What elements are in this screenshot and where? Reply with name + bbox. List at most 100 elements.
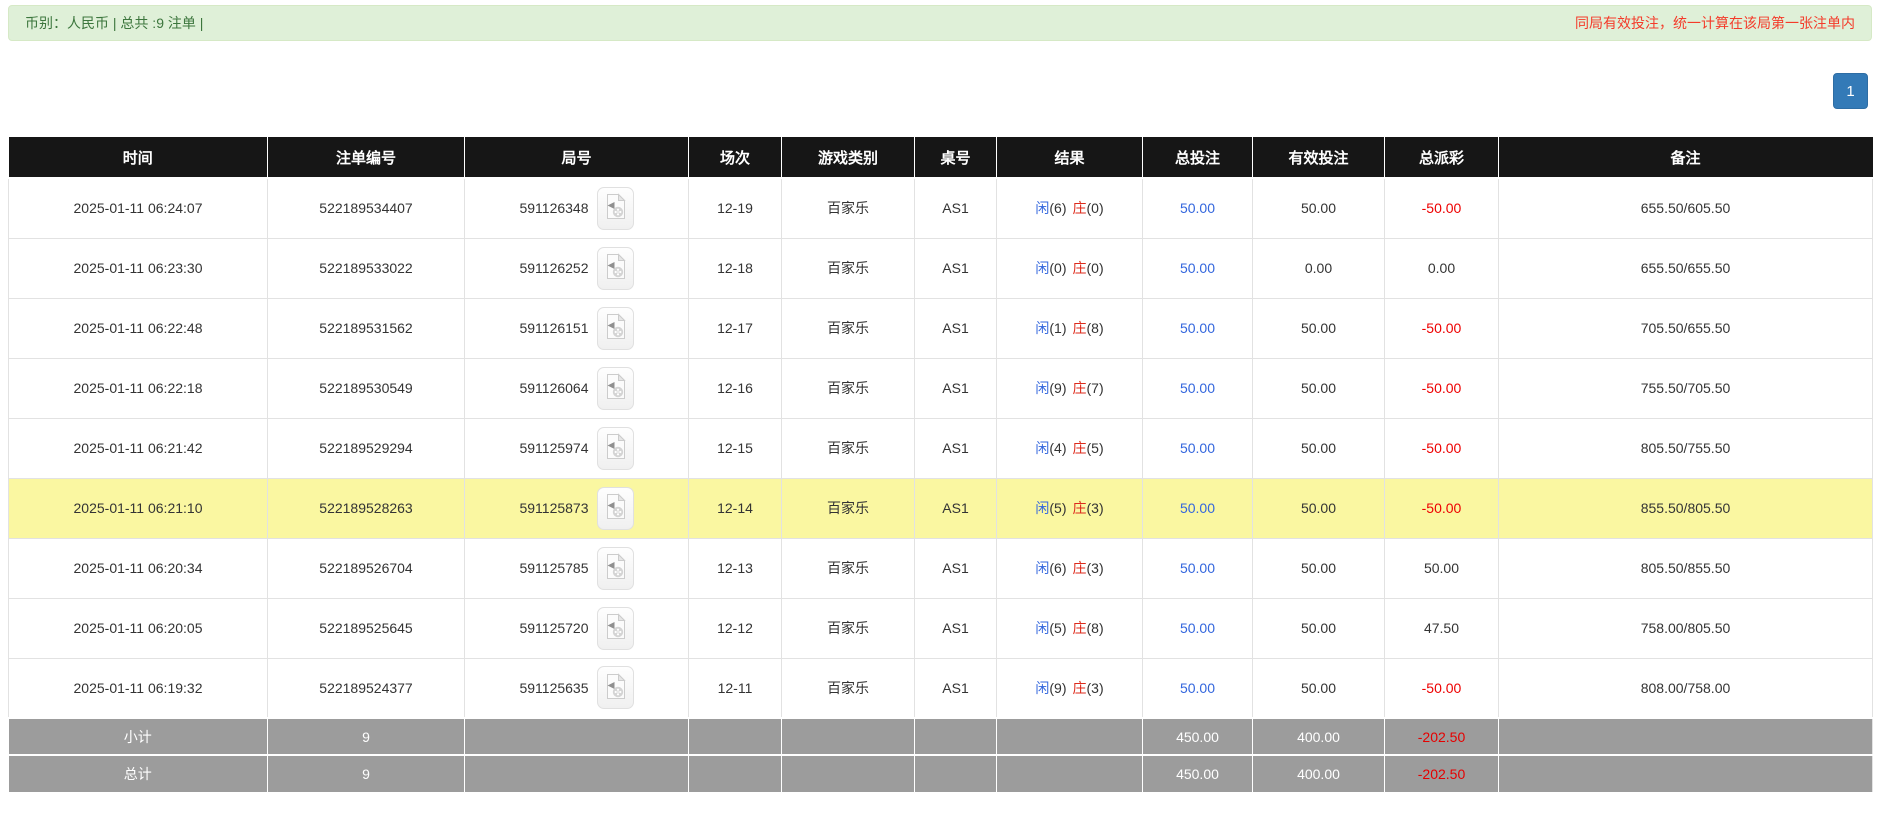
cell-session: 12-17 (688, 297, 782, 359)
cell-session: 12-11 (688, 657, 782, 719)
header-remark: 备注 (1498, 137, 1873, 179)
video-file-icon (605, 553, 626, 583)
video-replay-button[interactable] (596, 306, 634, 350)
cell-result: 闲(5) 庄(3) (996, 477, 1143, 539)
banker-score: (8) (1086, 320, 1104, 336)
round-id-group: 591126348 (519, 186, 634, 230)
cell-time: 2025-01-11 06:20:34 (8, 537, 268, 599)
video-replay-button[interactable] (596, 606, 634, 650)
grandtotal-row-empty (781, 754, 915, 792)
cell-result: 闲(9) 庄(3) (996, 657, 1143, 719)
cell-time: 2025-01-11 06:22:18 (8, 357, 268, 419)
cell-valid-bet: 50.00 (1252, 597, 1385, 659)
round-id-text: 591126151 (519, 320, 589, 336)
video-file-icon (605, 673, 626, 703)
round-id-text: 591125873 (519, 500, 589, 516)
cell-table-no: AS1 (914, 597, 997, 659)
player-score: (9) (1049, 380, 1067, 396)
cell-bet-id: 522189529294 (267, 417, 465, 479)
header-payout: 总派彩 (1384, 137, 1499, 179)
cell-session: 12-12 (688, 597, 782, 659)
cell-game-type: 百家乐 (781, 657, 915, 719)
cell-result: 闲(6) 庄(0) (996, 177, 1143, 239)
cell-result: 闲(1) 庄(8) (996, 297, 1143, 359)
round-id-group: 591125873 (519, 486, 634, 530)
video-file-icon (605, 193, 626, 223)
table-footer: 小计 9 450.00 400.00 -202.50 总计 9 450.00 400.00 -20… (8, 717, 1873, 792)
header-game-type: 游戏类别 (781, 137, 915, 179)
cell-game-type: 百家乐 (781, 417, 915, 479)
cell-session: 12-14 (688, 477, 782, 539)
cell-time: 2025-01-11 06:24:07 (8, 177, 268, 239)
cell-round-id: 591125873 (464, 477, 689, 539)
cell-time: 2025-01-11 06:22:48 (8, 297, 268, 359)
banker-label: 庄 (1072, 380, 1087, 396)
video-file-icon (605, 613, 626, 643)
grandtotal-row-empty (688, 754, 782, 792)
cell-valid-bet: 50.00 (1252, 417, 1385, 479)
cell-result: 闲(9) 庄(7) (996, 357, 1143, 419)
cell-total-bet: 50.00 (1142, 477, 1253, 539)
cell-remark: 805.50/755.50 (1498, 417, 1873, 479)
cell-table-no: AS1 (914, 357, 997, 419)
banker-score: (3) (1086, 679, 1104, 696)
cell-payout: -50.00 (1384, 477, 1499, 539)
table-row: 2025-01-11 06:22:18 522189530549 591126064… (8, 357, 1873, 419)
page-button-1[interactable]: 1 (1833, 73, 1868, 109)
banker-label: 庄 (1072, 679, 1087, 696)
header-result: 结果 (996, 137, 1143, 179)
cell-table-no: AS1 (914, 537, 997, 599)
grandtotal-row-total-bet: 450.00 (1142, 754, 1253, 792)
video-file-icon (605, 313, 626, 343)
banker-label: 庄 (1072, 620, 1087, 636)
cell-remark: 705.50/655.50 (1498, 297, 1873, 359)
cell-total-bet: 50.00 (1142, 237, 1253, 299)
cell-table-no: AS1 (914, 177, 997, 239)
cell-session: 12-18 (688, 237, 782, 299)
cell-payout: -50.00 (1384, 297, 1499, 359)
cell-payout: -50.00 (1384, 177, 1499, 239)
video-replay-button[interactable] (596, 666, 634, 710)
round-id-group: 591125720 (519, 606, 634, 650)
cell-time: 2025-01-11 06:19:32 (8, 657, 268, 719)
video-file-icon (605, 373, 626, 403)
player-score: (6) (1049, 200, 1067, 217)
cell-total-bet: 50.00 (1142, 537, 1253, 599)
header-valid-bet: 有效投注 (1252, 137, 1385, 179)
cell-game-type: 百家乐 (781, 477, 915, 539)
cell-payout: 0.00 (1384, 237, 1499, 299)
cell-game-type: 百家乐 (781, 537, 915, 599)
video-file-icon (605, 433, 626, 463)
banker-score: (8) (1086, 620, 1104, 636)
cell-game-type: 百家乐 (781, 177, 915, 239)
player-score: (0) (1049, 260, 1067, 276)
cell-table-no: AS1 (914, 417, 997, 479)
cell-result: 闲(4) 庄(5) (996, 417, 1143, 479)
round-id-text: 591125785 (519, 560, 589, 576)
cell-table-no: AS1 (914, 477, 997, 539)
player-label: 闲 (1035, 260, 1050, 276)
banker-label: 庄 (1072, 500, 1087, 516)
subtotal-row-empty (996, 717, 1143, 755)
video-replay-button[interactable] (596, 186, 634, 230)
cell-session: 12-13 (688, 537, 782, 599)
cell-game-type: 百家乐 (781, 357, 915, 419)
round-id-group: 591125785 (519, 546, 634, 590)
cell-valid-bet: 0.00 (1252, 237, 1385, 299)
cell-session: 12-16 (688, 357, 782, 419)
video-replay-button[interactable] (596, 366, 634, 410)
cell-valid-bet: 50.00 (1252, 297, 1385, 359)
video-replay-button[interactable] (596, 486, 634, 530)
header-round-id: 局号 (464, 137, 689, 179)
video-replay-button[interactable] (596, 246, 634, 290)
currency-summary-bar: 币别：人民币 | 总共 :9 注单 | 同局有效投注，统一计算在该局第一张注单内 (8, 5, 1872, 41)
cell-bet-id: 522189531562 (267, 297, 465, 359)
grandtotal-row-remark (1498, 754, 1873, 792)
video-replay-button[interactable] (596, 426, 634, 470)
banker-score: (3) (1086, 500, 1104, 516)
player-label: 闲 (1035, 380, 1050, 396)
banker-label: 庄 (1072, 440, 1087, 456)
subtotal-row-payout: -202.50 (1384, 717, 1499, 755)
video-replay-button[interactable] (596, 546, 634, 590)
cell-payout: -50.00 (1384, 417, 1499, 479)
